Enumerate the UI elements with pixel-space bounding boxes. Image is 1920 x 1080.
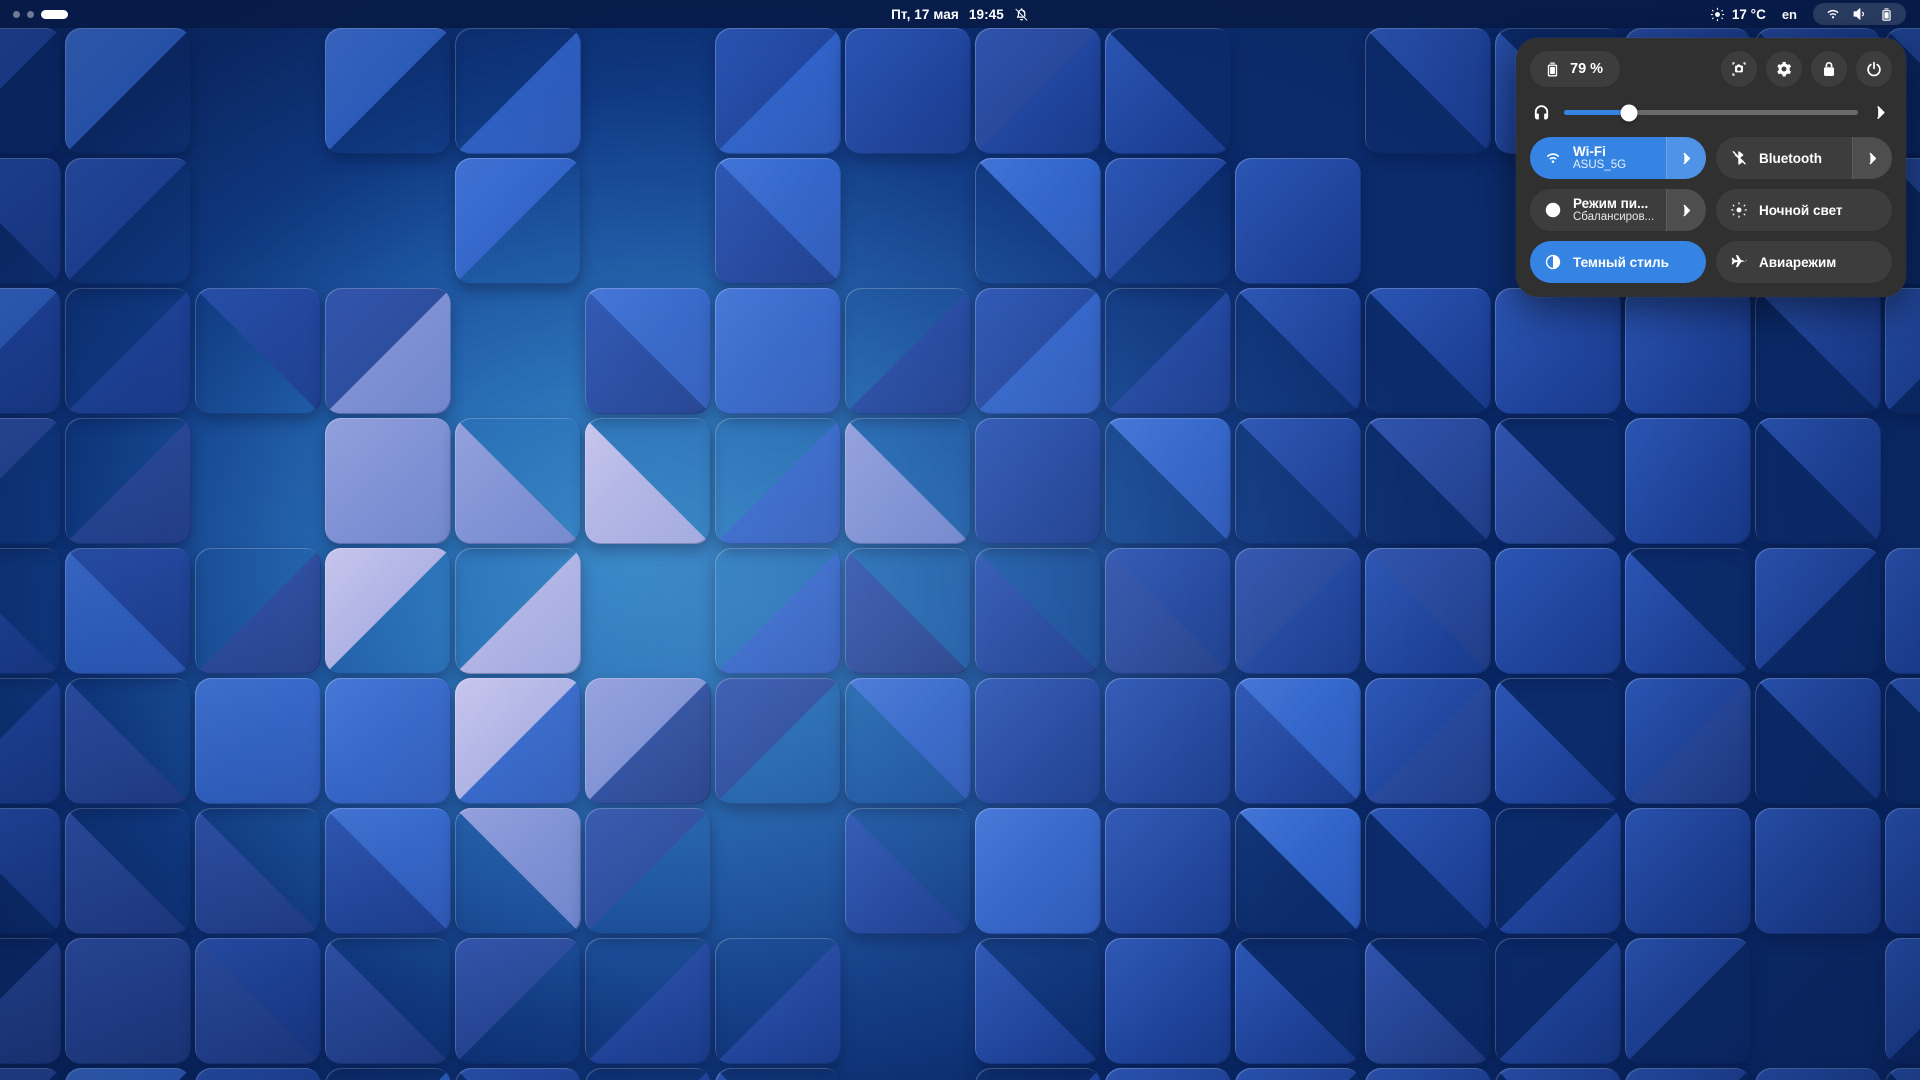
screenshot-button[interactable]: [1721, 51, 1757, 87]
battery-percentage-label: 79 %: [1570, 61, 1604, 77]
status-area[interactable]: 17 °C en: [1710, 3, 1920, 25]
battery-icon: [1879, 7, 1894, 22]
toggle-bluetooth-label: Bluetooth: [1759, 150, 1822, 166]
system-action-buttons: [1721, 51, 1892, 87]
workspace-dot-2[interactable]: [27, 10, 34, 18]
settings-button[interactable]: [1766, 51, 1802, 87]
lock-button[interactable]: [1811, 51, 1847, 87]
quick-settings-header: 79 %: [1530, 51, 1892, 87]
workspace-dot-1[interactable]: [13, 10, 20, 18]
weather-indicator[interactable]: 17 °C: [1710, 7, 1766, 22]
wifi-icon: [1825, 6, 1841, 22]
keyboard-layout-indicator[interactable]: en: [1782, 7, 1797, 22]
toggle-power-mode[interactable]: Режим пи... Сбалансиров...: [1530, 189, 1706, 231]
toggle-wifi-subtitle: ASUS_5G: [1573, 159, 1627, 172]
toggle-bluetooth-expand-button[interactable]: [1852, 137, 1892, 179]
volume-slider[interactable]: [1564, 104, 1858, 121]
toggle-wifi-text: Wi-Fi ASUS_5G: [1573, 144, 1626, 172]
toggle-power-mode-expand-button[interactable]: [1666, 189, 1706, 231]
lock-icon: [1820, 60, 1838, 78]
quick-settings-toggle-grid: Wi-Fi ASUS_5G Bluetooth Режим пи... Сбал…: [1530, 137, 1892, 283]
toggle-power-mode-subtitle: Сбалансиров...: [1573, 211, 1655, 224]
workspace-dot-3-active[interactable]: [41, 9, 68, 19]
airplane-icon: [1730, 253, 1748, 271]
toggle-night-light-main[interactable]: Ночной свет: [1716, 189, 1892, 231]
headphones-icon: [1532, 103, 1551, 122]
system-indicators[interactable]: [1813, 3, 1906, 25]
toggle-wifi-expand-button[interactable]: [1666, 137, 1706, 179]
toggle-wifi-main[interactable]: Wi-Fi ASUS_5G: [1530, 137, 1666, 179]
toggle-power-mode-title: Режим пи...: [1573, 196, 1649, 211]
volume-slider-handle[interactable]: [1620, 104, 1638, 121]
quick-settings-panel[interactable]: 79 % Wi-Fi ASUS_5G Bluetooth Режим пи...…: [1516, 38, 1906, 297]
toggle-dark-style-label: Темный стиль: [1573, 254, 1669, 270]
volume-slider-row[interactable]: [1530, 103, 1892, 122]
volume-slider-fill: [1564, 110, 1629, 115]
chevron-right-icon: [1678, 202, 1695, 219]
bluetooth-disabled-icon: [1730, 149, 1748, 167]
speedometer-icon: [1544, 201, 1562, 219]
power-button[interactable]: [1856, 51, 1892, 87]
wifi-icon: [1544, 149, 1562, 167]
chevron-right-icon: [1678, 150, 1695, 167]
clock-date: Пт, 17 мая: [891, 6, 959, 22]
sun-icon: [1710, 7, 1725, 22]
battery-icon: [1544, 61, 1561, 78]
toggle-dark-style[interactable]: Темный стиль: [1530, 241, 1706, 283]
power-icon: [1865, 60, 1883, 78]
toggle-airplane-mode-label: Авиарежим: [1759, 254, 1837, 270]
toggle-wifi-title: Wi-Fi: [1573, 144, 1606, 159]
toggle-power-mode-text: Режим пи... Сбалансиров...: [1573, 196, 1654, 224]
toggle-night-light[interactable]: Ночной свет: [1716, 189, 1892, 231]
contrast-icon: [1544, 253, 1562, 271]
volume-expand-chevron-right-icon[interactable]: [1871, 103, 1890, 122]
night-light-icon: [1730, 201, 1748, 219]
weather-temperature: 17 °C: [1731, 6, 1766, 22]
toggle-power-mode-main[interactable]: Режим пи... Сбалансиров...: [1530, 189, 1666, 231]
toggle-airplane-mode[interactable]: Авиарежим: [1716, 241, 1892, 283]
toggle-wifi[interactable]: Wi-Fi ASUS_5G: [1530, 137, 1706, 179]
clock-button[interactable]: Пт, 17 мая 19:45: [881, 5, 1039, 24]
workspace-indicator[interactable]: [0, 9, 68, 19]
clock-time: 19:45: [968, 6, 1004, 22]
toggle-night-light-label: Ночной свет: [1759, 202, 1843, 218]
toggle-airplane-mode-main[interactable]: Авиарежим: [1716, 241, 1892, 283]
gear-icon: [1775, 60, 1793, 78]
top-bar: Пт, 17 мая 19:45 17 °C en: [0, 0, 1920, 28]
toggle-bluetooth-main[interactable]: Bluetooth: [1716, 137, 1852, 179]
battery-percentage-button[interactable]: 79 %: [1530, 51, 1621, 87]
toggle-bluetooth[interactable]: Bluetooth: [1716, 137, 1892, 179]
toggle-dark-style-main[interactable]: Темный стиль: [1530, 241, 1706, 283]
chevron-right-icon: [1864, 150, 1881, 167]
bell-slash-icon: [1014, 7, 1029, 22]
volume-icon: [1852, 6, 1868, 22]
screenshot-icon: [1730, 60, 1748, 78]
